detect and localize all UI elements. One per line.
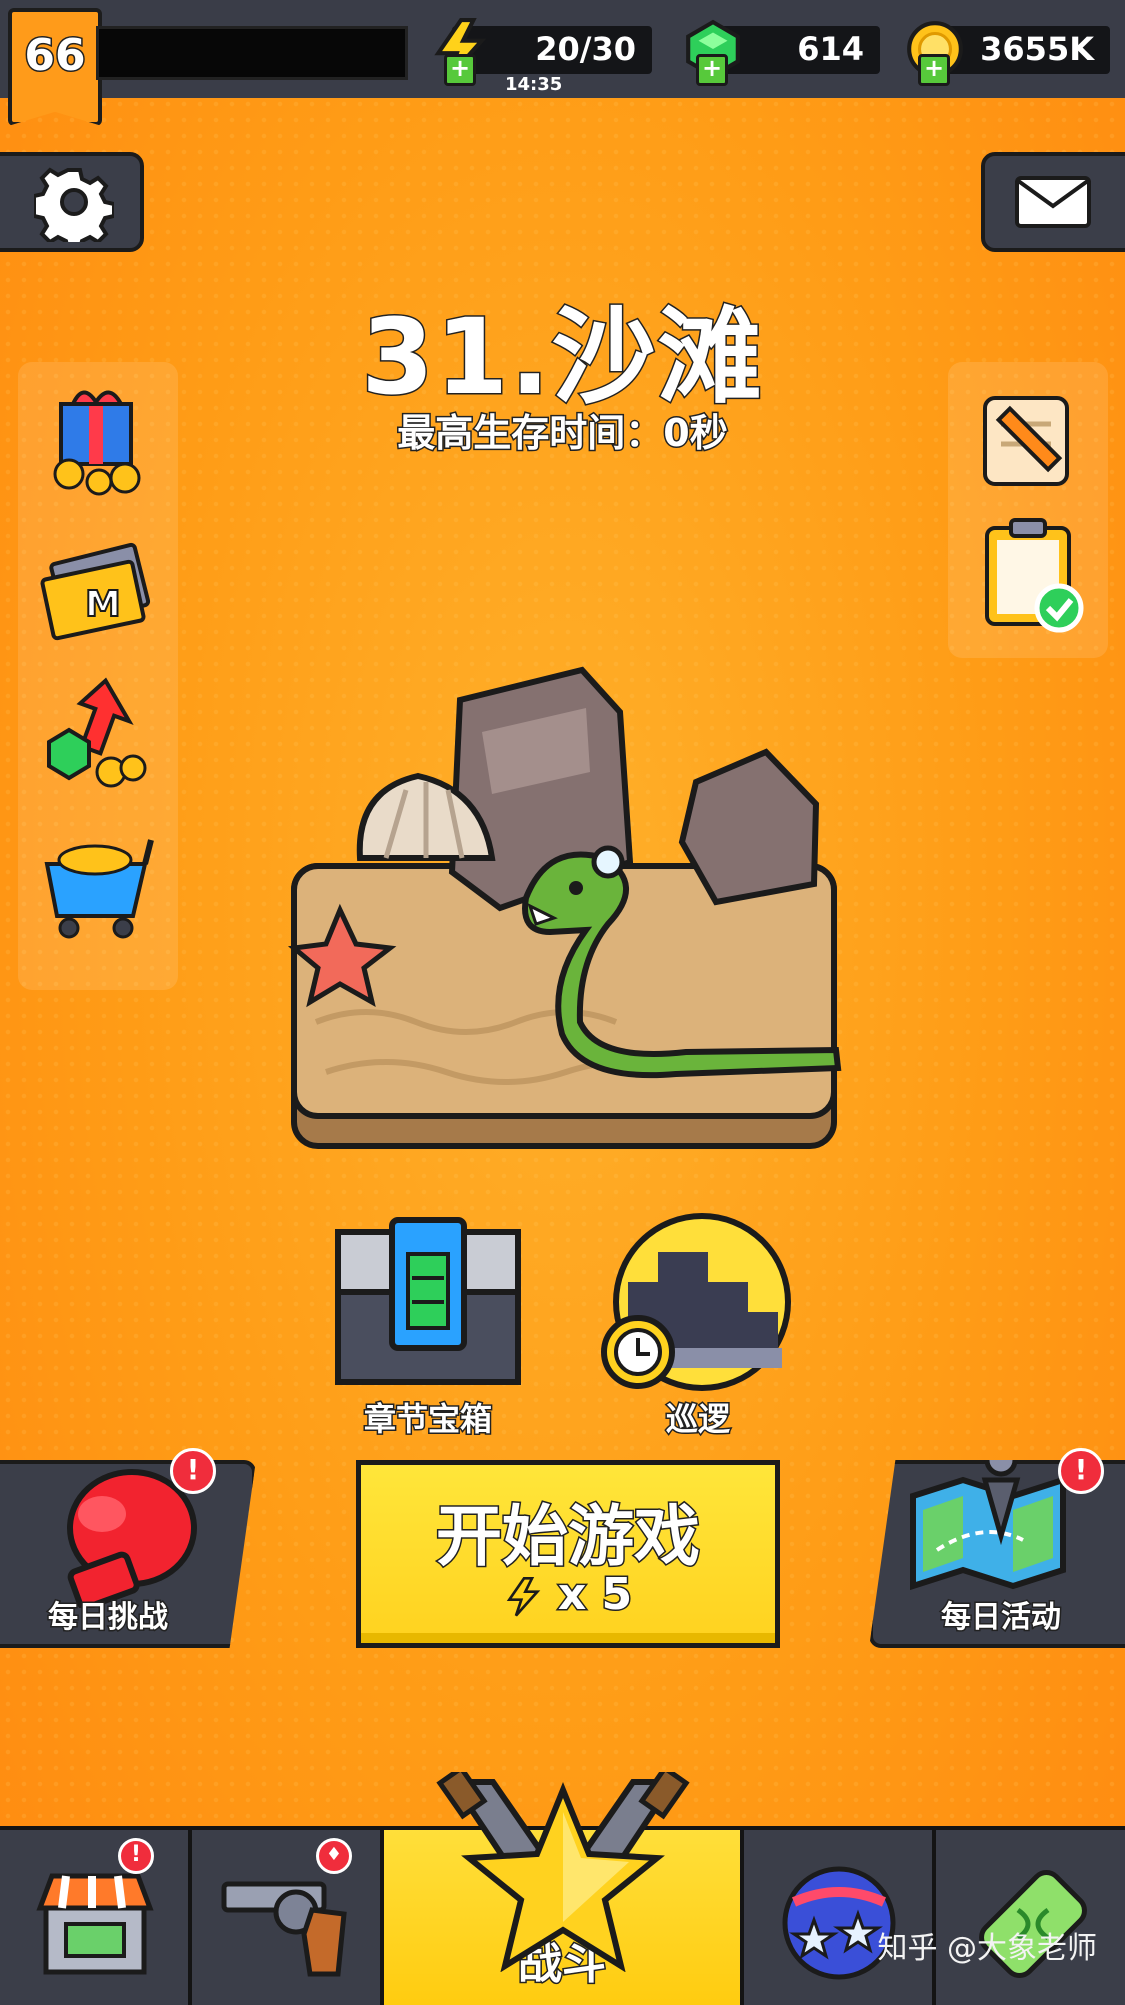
svg-text:M: M xyxy=(85,584,121,625)
start-game-label: 开始游戏 xyxy=(435,1497,702,1577)
watermark: 知乎 @大象老师 xyxy=(877,1931,1097,1966)
coin-value: 3655K xyxy=(980,30,1094,68)
growth-fund-icon[interactable] xyxy=(33,672,163,802)
patrol-label: 巡逻 xyxy=(664,1399,731,1440)
task-clipboard-icon[interactable] xyxy=(963,508,1093,638)
patrol-button[interactable]: 巡逻 xyxy=(598,1212,798,1440)
battle-star-icon xyxy=(436,1772,690,1972)
energy-value: 20/30 xyxy=(535,30,636,68)
nav-shop[interactable]: ! xyxy=(0,1830,192,2005)
settings-button[interactable] xyxy=(0,152,144,252)
revolver-icon xyxy=(221,1881,347,1977)
right-shortcut-panel xyxy=(948,362,1108,658)
add-coins-icon[interactable]: + xyxy=(918,54,950,86)
daily-challenge-alert-badge: ! xyxy=(170,1448,216,1494)
chest-icon xyxy=(335,1217,521,1385)
nav-evolution[interactable] xyxy=(936,1830,1125,2005)
shop-cart-icon[interactable] xyxy=(33,818,163,948)
energy-cost-value: x 5 xyxy=(556,1568,633,1622)
chapter-chest-label: 章节宝箱 xyxy=(362,1399,493,1440)
gear-icon xyxy=(34,167,114,242)
daily-challenge-label: 每日挑战 xyxy=(47,1599,170,1637)
add-gems-icon[interactable]: + xyxy=(696,54,728,86)
nav-talents[interactable] xyxy=(744,1830,936,2005)
gem-value: 614 xyxy=(797,30,864,68)
player-level: 66 xyxy=(23,29,87,83)
shop-alert-badge: ! xyxy=(118,1838,154,1874)
nav-equipment[interactable]: ♦ xyxy=(192,1830,384,2005)
stage-diorama xyxy=(287,666,842,1149)
energy-timer: 14:35 xyxy=(505,74,563,95)
gift-box-icon[interactable] xyxy=(33,374,163,504)
mail-icon xyxy=(1015,176,1091,228)
energy-counter[interactable]: + 20/30 xyxy=(434,18,652,86)
energy-cost: x 5 xyxy=(361,1568,775,1622)
gem-counter[interactable]: + 614 xyxy=(686,19,880,86)
add-energy-icon[interactable]: + xyxy=(444,54,476,86)
coin-counter[interactable]: + 3655K xyxy=(907,21,1110,86)
lightning-icon xyxy=(506,1577,541,1617)
patrol-city-icon xyxy=(601,1213,791,1391)
start-game-button[interactable]: 开始游戏 x 5 xyxy=(356,1460,780,1648)
mail-button[interactable] xyxy=(981,152,1125,252)
daily-event-label: 每日活动 xyxy=(940,1599,1063,1637)
left-shortcut-panel: M xyxy=(18,362,178,990)
daily-event-alert-badge: ! xyxy=(1058,1448,1104,1494)
chapter-chest-button[interactable]: 章节宝箱 xyxy=(328,1212,528,1440)
player-level-badge[interactable]: 66 xyxy=(8,8,102,126)
daily-challenge-button[interactable]: 每日挑战 xyxy=(0,1460,256,1648)
treasure-map-icon xyxy=(910,1460,1066,1590)
experience-bar xyxy=(96,26,408,80)
quest-scroll-icon[interactable] xyxy=(963,374,1093,504)
monthly-card-icon[interactable]: M xyxy=(33,526,163,656)
equipment-alert-badge: ♦ xyxy=(316,1838,352,1874)
